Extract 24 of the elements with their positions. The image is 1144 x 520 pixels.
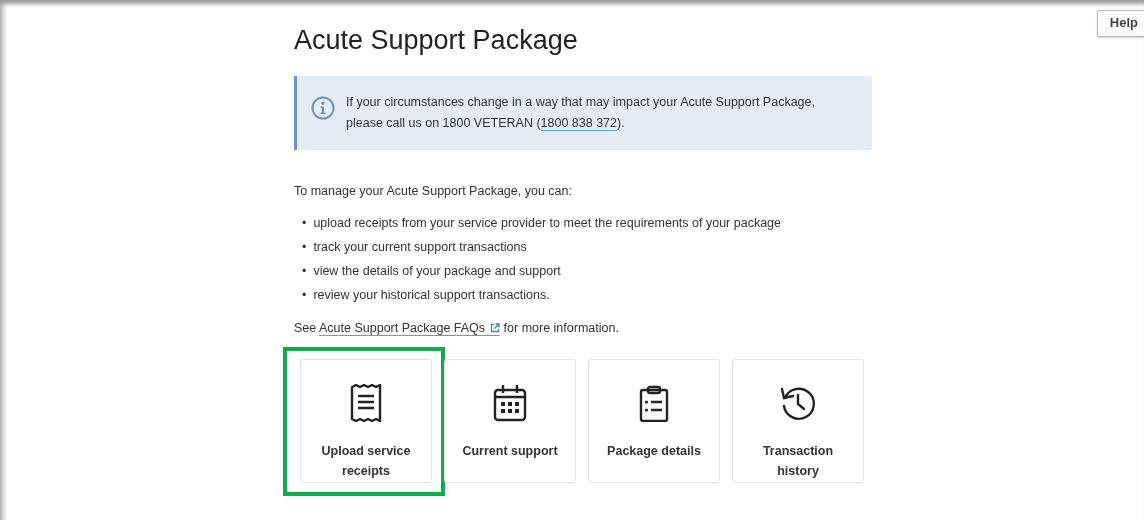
bullet-marker: • (302, 263, 307, 280)
list-item: upload receipts from your service provider to meet the requirements of your package (313, 215, 781, 232)
list-item: track your current support transactions (313, 239, 527, 256)
receipt-icon (349, 384, 383, 422)
external-link-icon (490, 323, 501, 333)
bullet-marker: • (302, 287, 307, 304)
navigation-card[interactable]: Transaction history (732, 359, 864, 483)
help-button[interactable]: Help (1096, 10, 1144, 37)
phone-link[interactable]: 1800 838 372 (540, 116, 617, 131)
navigation-card[interactable]: Package details (588, 359, 720, 483)
bullet-marker: • (302, 239, 307, 256)
list-item: view the details of your package and support (313, 263, 561, 280)
navigation-card[interactable]: Upload service receipts (300, 359, 432, 483)
bullet-marker: • (302, 215, 307, 232)
faq-sentence: See Acute Support Package FAQs for more information. (294, 321, 620, 335)
notice-text: If your circumstances change in a way that may impact your Acute Support Package, please call us on 1800 VETERAN (1800 838 372). (346, 94, 816, 133)
intro-text: To manage your Acute Support Package, you can: (294, 184, 573, 198)
page-title: Acute Support Package (294, 25, 579, 56)
calendar-icon (493, 384, 527, 422)
clipboard-icon (639, 384, 669, 422)
info-icon (311, 96, 335, 120)
list-item: review your historical support transactions. (313, 287, 550, 304)
faq-link[interactable]: Acute Support Package FAQs (319, 321, 501, 336)
navigation-card[interactable]: Current support (444, 359, 576, 483)
